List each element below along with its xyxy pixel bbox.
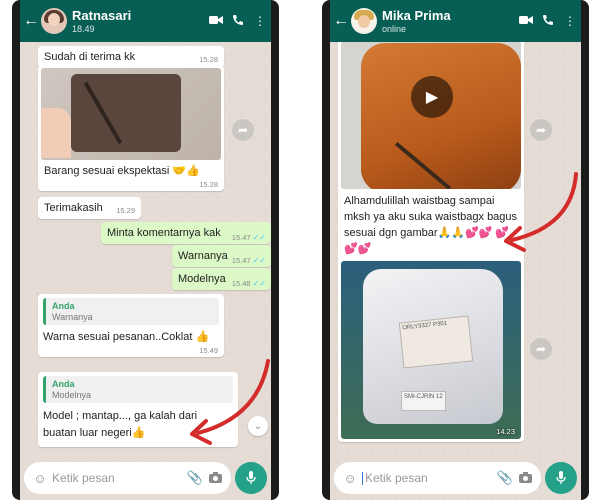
read-receipt-icon: ✓✓ [252,256,266,265]
message-time: 14.23 [496,427,515,436]
phone-icon[interactable] [227,14,249,29]
shipping-label: ORLY3327 P301 [398,315,474,369]
reply-message-incoming[interactable]: Anda Modelnya Model ; mantap..., ga kala… [38,372,238,447]
message-list[interactable]: Sudah di terima kk 15.28 Barang sesuai e… [20,42,271,456]
video-call-icon[interactable] [515,14,537,28]
image-message-incoming[interactable]: Barang sesuai ekspektasi 🤝👍 15.28 [38,65,224,191]
message-text: Model ; mantap..., ga kalah dari buatan … [43,410,198,439]
message-time-value: 15.47 [231,233,251,242]
message-time-value: 15.48 [231,279,251,288]
message-time: 15.47 ✓✓ [232,233,266,242]
message-text: Warnanya [178,250,228,262]
message-time-value: 15.47 [231,256,251,265]
quote-text: Modelnya [52,390,92,400]
bag-photo[interactable] [41,68,221,160]
message-time: 15.29 [116,206,135,215]
quoted-message[interactable]: Anda Warnanya [43,298,219,325]
arrow-left-icon[interactable]: ← [23,12,39,30]
message-text: Sudah di terima kk [44,51,136,63]
phone-left: ← Ratnasari 18.49 ⋮ Sudah di terima kk 1… [12,0,279,500]
message-outgoing[interactable]: Warnanya 15.47 ✓✓ [172,245,271,267]
microphone-icon[interactable] [545,462,577,494]
phone-icon[interactable] [537,14,559,29]
message-composer[interactable]: ☺ Ketik pesan 📎 [24,462,231,494]
emoji-icon[interactable]: ☺ [340,471,360,486]
message-time: 15.28 [199,55,218,64]
attachment-icon[interactable]: 📎 [495,470,515,486]
message-time: 15.47 ✓✓ [232,256,266,265]
message-time: 15.49 [199,346,218,355]
contact-status: online [382,23,407,34]
package-photo[interactable]: ORLY3327 P301 SMI-CJRIN 12 14.23 [341,261,521,439]
quote-author: Anda [52,379,75,389]
message-outgoing[interactable]: Minta komentarnya kak 15.47 ✓✓ [101,222,271,244]
quote-text: Warnanya [52,312,93,322]
message-time: 15.28 [199,180,218,189]
message-composer[interactable]: ☺ Ketik pesan 📎 [334,462,541,494]
contact-name: Mika Prima [382,7,451,23]
contact-info[interactable]: Ratnasari 18.49 [72,9,205,34]
forward-icon[interactable]: ➦ [232,119,254,141]
forward-icon[interactable]: ➦ [530,119,552,141]
image-caption: Barang sesuai ekspektasi 🤝👍 [44,165,200,177]
image-message-incoming[interactable]: ORLY3327 P301 SMI-CJRIN 12 14.23 [338,258,524,442]
read-receipt-icon: ✓✓ [252,233,266,242]
contact-info[interactable]: Mika Prima online [382,9,515,34]
message-text: Minta komentarnya kak [107,227,221,239]
chat-screen-left: ← Ratnasari 18.49 ⋮ Sudah di terima kk 1… [20,0,271,500]
chat-screen-right: ← Mika Prima online ⋮ ▶ Alhamdulillah wa… [330,0,581,500]
message-outgoing[interactable]: Modelnya 15.48 ✓✓ [172,268,271,290]
shipping-sticker: SMI-CJRIN 12 [401,391,446,411]
message-text: Modelnya [178,273,226,285]
text-cursor [362,472,363,486]
video-call-icon[interactable] [205,14,227,28]
contact-status: 18.49 [72,23,95,34]
message-list[interactable]: ▶ Alhamdulillah waistbag sampai mksh ya … [330,38,581,456]
quoted-message[interactable]: Anda Modelnya [43,376,233,403]
waistbag-video-thumbnail[interactable]: ▶ [341,41,521,189]
message-input[interactable]: Ketik pesan [52,471,185,485]
contact-name: Ratnasari [72,7,132,23]
play-icon[interactable]: ▶ [411,76,453,118]
camera-icon[interactable] [515,471,535,486]
message-input-field[interactable]: Ketik pesan [362,470,495,486]
attachment-icon[interactable]: 📎 [185,470,205,486]
microphone-icon[interactable] [235,462,267,494]
read-receipt-icon: ✓✓ [252,279,266,288]
more-vertical-icon[interactable]: ⋮ [249,14,271,28]
message-time: 15.48 ✓✓ [232,279,266,288]
more-vertical-icon[interactable]: ⋮ [559,14,581,28]
camera-icon[interactable] [205,471,225,486]
forward-icon[interactable]: ➦ [530,338,552,360]
chat-header: ← Ratnasari 18.49 ⋮ [20,0,271,42]
arrow-left-icon[interactable]: ← [333,12,349,30]
message-text: Warna sesuai pesanan..Coklat 👍 [43,331,210,343]
quote-author: Anda [52,301,75,311]
chevron-down-icon[interactable]: ⌄ [248,416,268,436]
video-message-incoming[interactable]: ▶ Alhamdulillah waistbag sampai mksh ya … [338,38,524,264]
emoji-icon[interactable]: ☺ [30,471,50,486]
reply-message-incoming[interactable]: Anda Warnanya Warna sesuai pesanan..Cokl… [38,294,224,357]
phone-right: ← Mika Prima online ⋮ ▶ Alhamdulillah wa… [322,0,589,500]
avatar[interactable] [41,8,67,34]
avatar[interactable] [351,8,377,34]
message-incoming[interactable]: Terimakasih 15.29 [38,197,141,219]
chat-header: ← Mika Prima online ⋮ [330,0,581,42]
message-text: Terimakasih [44,202,103,214]
video-caption: Alhamdulillah waistbag sampai mksh ya ak… [344,195,518,255]
message-input: Ketik pesan [365,470,428,485]
